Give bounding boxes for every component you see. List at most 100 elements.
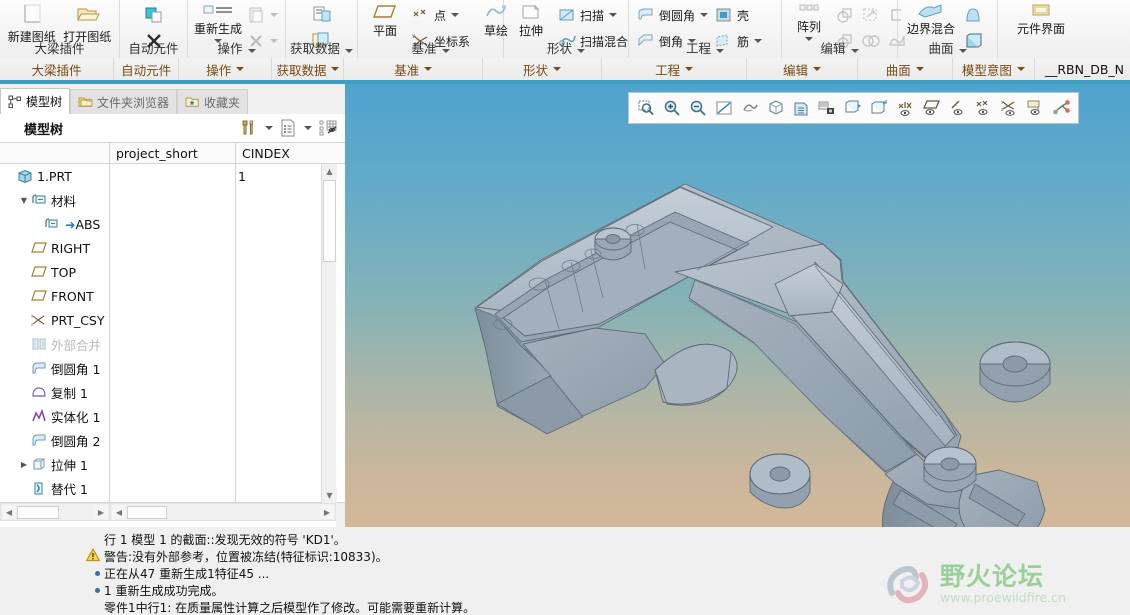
tab-datum[interactable]: 基准 [344, 58, 484, 80]
tree-node-round-2[interactable]: 倒圆角 2 [0, 428, 109, 452]
paste-button[interactable] [244, 2, 281, 28]
style-surface-button[interactable] [960, 2, 986, 28]
warning-icon [0, 548, 104, 562]
hscrollbar-left[interactable]: ◀ ▶ [0, 503, 110, 521]
point-caret-icon[interactable] [451, 13, 460, 17]
cad-model-bracket[interactable] [345, 84, 1130, 527]
tree-node-extrude-1[interactable]: ▶ 拉伸 1 [0, 452, 109, 476]
tab-model-tree[interactable]: 模型树 [0, 88, 71, 114]
extrude-label: 拉伸 [518, 24, 543, 38]
model-tree-vertical-scrollbar[interactable]: ▲ ▼ [321, 164, 337, 503]
chevron-down-icon[interactable] [345, 49, 353, 53]
ribbon-group-footer-get-data[interactable]: 获取数据 [286, 38, 357, 58]
model-tree-values-project-short [110, 164, 236, 502]
chevron-right-icon[interactable]: ▶ [18, 460, 30, 469]
tree-node-copy-1[interactable]: 复制 1 [0, 380, 109, 404]
tree-node-external-merge[interactable]: 外部合并 [0, 332, 109, 356]
component-interface-button[interactable]: 元件界面 [1006, 1, 1076, 58]
ribbon-group-label-datum: 基准 [411, 41, 437, 56]
chevron-down-icon[interactable] [958, 49, 967, 53]
tab-shapes[interactable]: 形状 [483, 58, 602, 80]
ribbon-group-footer-datum[interactable]: 基准 [358, 38, 503, 58]
tab-get-data[interactable]: 获取数据 [272, 58, 345, 80]
chevron-down-icon[interactable] [685, 67, 694, 71]
tree-node-prt-csys[interactable]: y z PRT_CSY [0, 308, 109, 332]
tab-operations[interactable]: 操作 [179, 58, 273, 80]
chevron-down-icon[interactable] [915, 67, 924, 71]
tab-engineering[interactable]: 工程 [602, 58, 748, 80]
chevron-down-icon[interactable] [441, 49, 450, 53]
tree-filters-icon[interactable] [319, 119, 339, 137]
point-button[interactable]: 点 [408, 2, 473, 28]
tab-model-intent[interactable]: 模型意图 [953, 58, 1035, 80]
scroll-right-button[interactable]: ▶ [320, 505, 334, 519]
scroll-up-button[interactable]: ▲ [322, 164, 337, 179]
tree-node-datum-front[interactable]: FRONT [0, 284, 109, 308]
tree-node-material-abs[interactable]: ➜ABS [0, 212, 109, 236]
ribbon-group-footer-shapes[interactable]: 形状 [504, 38, 628, 58]
tree-node-datum-top[interactable]: TOP [0, 260, 109, 284]
tree-cindex-cell [236, 452, 321, 476]
model-tree-body: 1.PRT ▼ 材料 ➜ABS RIGHT TOP FRONT y z PRT_CSY 外部合并 倒圆… [0, 164, 345, 503]
scroll-left-button[interactable]: ◀ [112, 505, 126, 519]
chevron-down-icon[interactable] [577, 49, 585, 53]
hscrollbar-right[interactable]: ◀ ▶ [110, 503, 336, 521]
tools-caret-icon[interactable] [265, 126, 273, 130]
tree-cindex-cell [236, 188, 321, 212]
shell-button[interactable]: 壳 [711, 2, 765, 28]
chevron-down-icon[interactable] [331, 67, 340, 71]
tree-node-datum-right[interactable]: RIGHT [0, 236, 109, 260]
bullet-icon [0, 565, 104, 576]
hscrollbar-thumb-right[interactable] [127, 506, 167, 519]
tree-node-material-folder[interactable]: ▼ 材料 [0, 188, 109, 212]
graphics-viewport[interactable]: yz [345, 84, 1130, 527]
ribbon-group-footer-editing[interactable]: 编辑 [782, 38, 897, 58]
round-caret-icon[interactable] [700, 13, 709, 17]
sweep-button[interactable]: 扫描 [554, 2, 631, 28]
column-header-name[interactable] [0, 143, 110, 163]
tab-surfaces[interactable]: 曲面 [858, 58, 953, 80]
mirror-button[interactable] [832, 2, 858, 28]
chevron-down-icon[interactable] [1016, 67, 1025, 71]
auto-create-button[interactable] [140, 2, 168, 28]
column-header-project-short[interactable]: project_short [110, 143, 236, 163]
round-button[interactable]: 倒圆角 [633, 2, 711, 28]
tree-cindex-cell [236, 476, 321, 500]
tree-node-part-root[interactable]: 1.PRT [0, 164, 109, 188]
sweep-caret-icon[interactable] [609, 13, 618, 17]
chevron-down-icon[interactable] [850, 49, 859, 53]
tree-node-solidify-1[interactable]: 实体化 1 [0, 404, 109, 428]
paste-caret-icon[interactable] [270, 13, 278, 17]
tab-beam-plugin[interactable]: 大梁插件 [0, 58, 115, 80]
tab-folder-browser[interactable]: 文件夹浏览器 [70, 89, 178, 114]
tree-node-replace-1[interactable]: 替代 1 [0, 476, 109, 500]
columns-caret-icon[interactable] [304, 126, 312, 130]
column-header-cindex[interactable]: CINDEX [236, 143, 345, 163]
tree-node-round-1[interactable]: 倒圆角 1 [0, 356, 109, 380]
trim-button[interactable] [858, 2, 884, 28]
hscrollbar-thumb-left[interactable] [17, 506, 59, 519]
scrollbar-thumb[interactable] [323, 180, 336, 262]
chevron-down-icon[interactable] [236, 67, 245, 71]
scroll-down-button[interactable]: ▼ [322, 488, 337, 503]
tab-rbn-db[interactable]: __RBN_DB_N [1035, 58, 1130, 80]
tab-favorites[interactable]: 收藏夹 [177, 89, 249, 114]
tree-columns-icon[interactable] [279, 119, 297, 137]
ribbon-group-footer-surfaces[interactable]: 曲面 [898, 38, 997, 58]
ribbon-group-footer-operations[interactable]: 操作 [188, 38, 285, 58]
chevron-down-icon[interactable]: ▼ [18, 196, 30, 205]
part-icon [16, 169, 34, 184]
chevron-down-icon[interactable] [716, 49, 724, 53]
chevron-down-icon[interactable] [247, 49, 256, 53]
chevron-down-icon[interactable] [812, 67, 821, 71]
chevron-down-icon[interactable] [553, 67, 562, 71]
chevron-down-icon[interactable] [424, 67, 433, 71]
ribbon-group-footer-engineering[interactable]: 工程 [629, 38, 781, 58]
mirror-icon [835, 6, 855, 24]
tab-auto-component[interactable]: 自动元件 [114, 58, 180, 80]
scroll-right-button[interactable]: ▶ [94, 505, 108, 519]
scroll-left-button[interactable]: ◀ [2, 505, 16, 519]
tab-editing[interactable]: 编辑 [747, 58, 858, 80]
import-data-button[interactable] [308, 2, 336, 28]
settings-tools-icon[interactable] [240, 119, 258, 137]
